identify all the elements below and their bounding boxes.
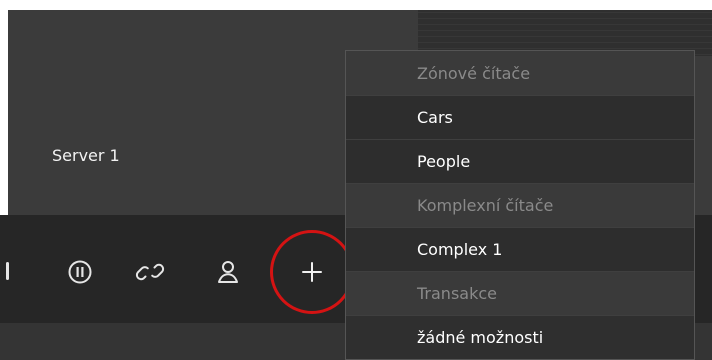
menu-section-complex-counters: Komplexní čítače bbox=[346, 183, 694, 227]
user-icon bbox=[218, 261, 238, 283]
window-edge-top bbox=[0, 0, 712, 10]
link-icon bbox=[135, 263, 165, 281]
add-button[interactable] bbox=[270, 230, 354, 314]
menu-section-transactions: Transakce bbox=[346, 271, 694, 315]
menu-divider bbox=[346, 227, 694, 228]
menu-divider bbox=[346, 183, 694, 184]
menu-item-complex-1[interactable]: Complex 1 bbox=[346, 227, 694, 271]
highlight-ring bbox=[270, 230, 354, 314]
menu-divider bbox=[346, 271, 694, 272]
user-button[interactable] bbox=[208, 252, 248, 292]
menu-divider bbox=[346, 315, 694, 316]
menu-section-zone-counters: Zónové čítače bbox=[346, 51, 694, 95]
menu-item-people[interactable]: People bbox=[346, 139, 694, 183]
pause-button[interactable] bbox=[60, 252, 100, 292]
add-menu: Zónové čítače Cars People Komplexní číta… bbox=[345, 50, 695, 360]
toolbar-edge-indicator bbox=[6, 262, 9, 280]
menu-divider bbox=[346, 95, 694, 96]
pause-circle-icon bbox=[68, 260, 92, 284]
menu-divider bbox=[346, 139, 694, 140]
menu-item-no-options[interactable]: žádné možnosti bbox=[346, 315, 694, 359]
link-button[interactable] bbox=[130, 252, 170, 292]
menu-item-cars[interactable]: Cars bbox=[346, 95, 694, 139]
server-label: Server 1 bbox=[52, 146, 120, 165]
